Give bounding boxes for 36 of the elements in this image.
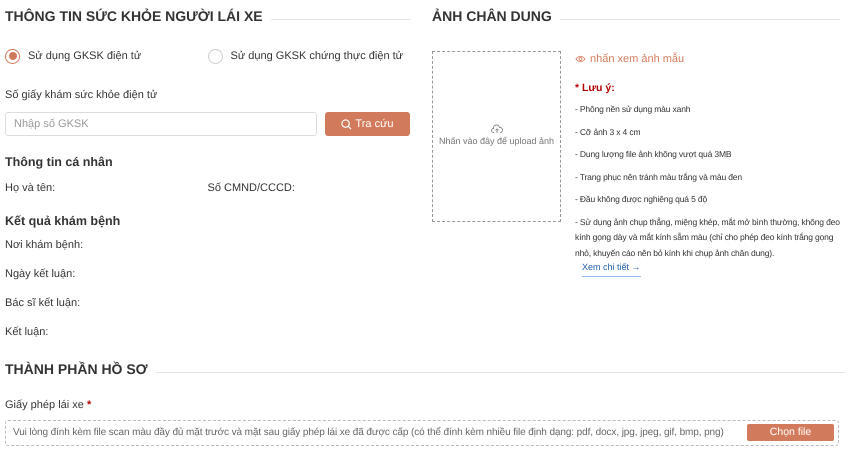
choose-file-button[interactable]: Chọn file xyxy=(747,424,834,441)
upload-hint: Vui lòng đính kèm file scan màu đầy đủ mặt trước và mặt sau giấy phép lái xe đã được cấp (có thể đính kèm nhiều file định dạng: pdf, docx, jpg, jpeg, gif, bmp, png) xyxy=(13,426,724,440)
radio-button[interactable] xyxy=(5,48,20,64)
field-label: Họ và tên: xyxy=(5,180,56,196)
field-label: Bác sĩ kết luận: xyxy=(5,297,82,310)
search-button[interactable]: Tra cứu xyxy=(325,112,410,136)
radio-label: Sử dụng GKSK điện tử xyxy=(28,49,142,64)
field-label: Giấy phép lái xe * xyxy=(5,398,92,413)
subsection-title: Thông tin cá nhân xyxy=(5,154,114,171)
field-label: Số CMND/CCCD: xyxy=(208,180,296,196)
note-text: - Phông nền sử dụng màu xanh xyxy=(575,103,692,116)
cloud-upload-icon xyxy=(490,124,502,134)
section-title: THÔNG TIN SỨC KHỎE NGƯỜI LÁI XE xyxy=(5,6,263,26)
section-title: ẢNH CHÂN DUNG xyxy=(432,6,552,26)
note-text: - Đầu không được nghiêng quá 5 độ xyxy=(575,193,708,206)
radio-label: Sử dụng GKSK chứng thực điện tử xyxy=(230,49,404,64)
note-text: - Cỡ ảnh 3 x 4 cm xyxy=(575,126,642,139)
section-title: THÀNH PHẦN HỒ SƠ xyxy=(5,360,148,378)
field-label: Ngày kết luận: xyxy=(5,268,76,281)
file-field[interactable]: Vui lòng đính kèm file scan màu đầy đủ mặt trước và mặt sau giấy phép lái xe đã được cấp (có thể đính kèm nhiều file định dạng: pdf, docx, jpg, jpeg, gif, bmp, png) Chọn file xyxy=(5,420,839,446)
radio-button[interactable] xyxy=(208,48,222,64)
subsection-title: Kết quả khám bệnh xyxy=(5,213,122,230)
note-title: * Lưu ý: xyxy=(575,80,616,96)
field-label: Kết luận: xyxy=(5,326,50,339)
sample-link[interactable]: nhấn xem ảnh mẫu xyxy=(575,51,840,68)
field-label: Số giấy khám sức khỏe điện tử xyxy=(5,88,158,102)
detail-link[interactable]: Xem chi tiết → xyxy=(582,261,641,277)
note-text: - Dung lượng file ảnh không vượt quá 3MB xyxy=(575,148,732,162)
note-text: - Sử dụng ảnh chụp thẳng, miệng khép, mắt mở bình thường, không đeo kính gọng dày và mắt kính sẫm màu (chỉ cho phép đeo kính trắng gọng nhỏ, khuyến cáo nên bỏ kính khi chụp ảnh chân dung). xyxy=(575,216,840,260)
upload-hint: Nhấn vào đây để upload ảnh xyxy=(438,135,554,148)
note-text: - Trang phục nên tránh màu trắng và màu đen xyxy=(575,170,743,184)
eye-icon xyxy=(575,55,586,64)
input-field[interactable]: Nhập số GKSK xyxy=(5,112,317,136)
field-label: Nơi khám bệnh: xyxy=(5,239,84,252)
upload-area[interactable]: Nhấn vào đây để upload ảnh xyxy=(432,51,561,222)
search-icon xyxy=(341,118,352,130)
